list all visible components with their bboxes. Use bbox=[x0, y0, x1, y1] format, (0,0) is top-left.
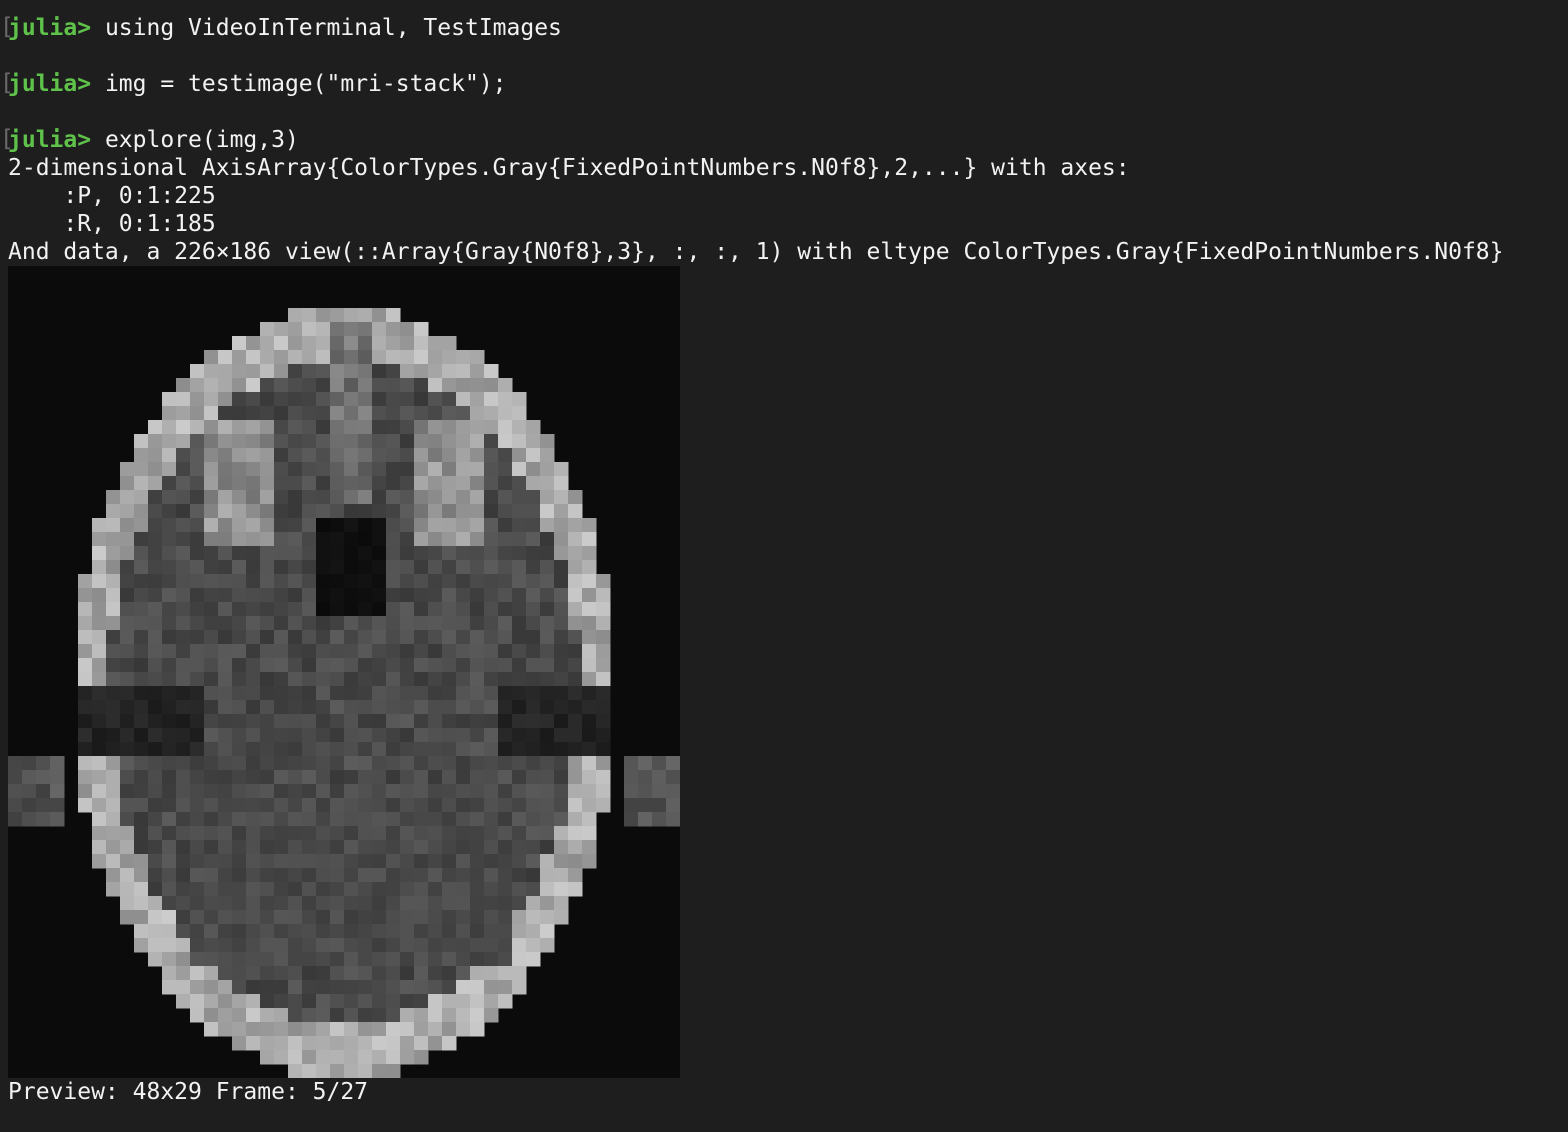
output-line-2: :P, 0:1:225 bbox=[8, 183, 216, 209]
command-text: img = testimage("mri-stack"); bbox=[91, 71, 507, 97]
preview-status: Preview: 48x29 Frame: 5/27 bbox=[8, 1079, 369, 1105]
command-text: using VideoInTerminal, TestImages bbox=[91, 15, 562, 41]
output-line-1: 2-dimensional AxisArray{ColorTypes.Gray{… bbox=[8, 155, 1130, 181]
output-line-3: :R, 0:1:185 bbox=[8, 211, 216, 237]
mri-preview-image bbox=[8, 266, 680, 1078]
mri-pixel-grid bbox=[8, 308, 680, 1078]
julia-prompt: julia> bbox=[8, 71, 92, 97]
output-line-4: And data, a 226×186 view(::Array{Gray{N0… bbox=[8, 239, 1504, 265]
command-line-1: julia> using VideoInTerminal, TestImages bbox=[8, 14, 562, 42]
command-line-3: julia> explore(img,3) bbox=[8, 126, 299, 154]
julia-prompt: julia> bbox=[8, 127, 92, 153]
command-line-2: julia> img = testimage("mri-stack"); bbox=[8, 70, 507, 98]
julia-prompt: julia> bbox=[8, 15, 92, 41]
command-text: explore(img,3) bbox=[91, 127, 299, 153]
